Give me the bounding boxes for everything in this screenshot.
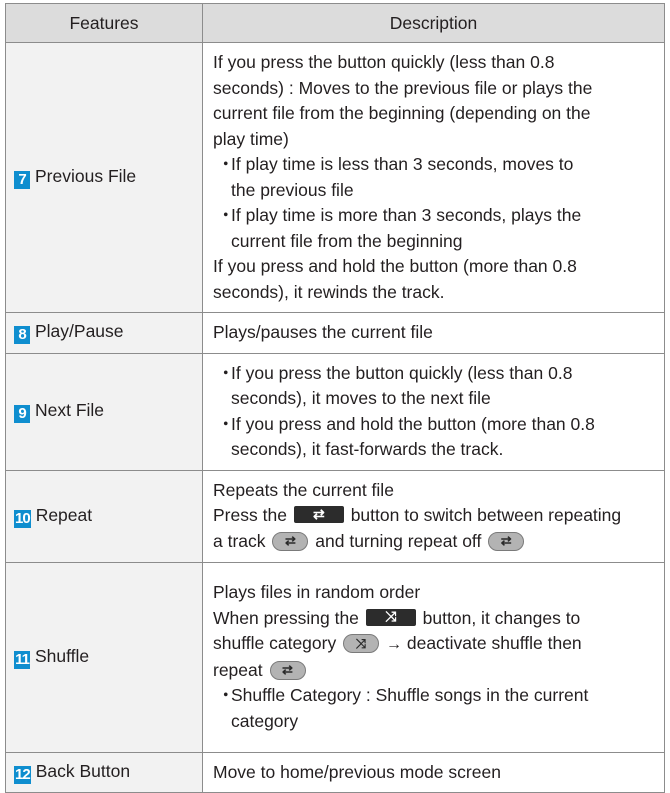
- header-description: Description: [202, 3, 665, 43]
- description-text: repeat ⇄: [213, 658, 656, 684]
- bullet-item: ・ Shuffle Category : Shuffle songs in th…: [213, 683, 656, 734]
- bullet-item: ・ If you press and hold the button (more…: [213, 412, 656, 463]
- description-text-part: When pressing the: [213, 607, 359, 628]
- table-header-row: Features Description: [5, 3, 665, 43]
- features-table: Features Description 7 Previous File If y…: [5, 3, 665, 793]
- description-text-part: and turning repeat off: [315, 530, 482, 551]
- feature-number-badge: 11: [14, 650, 30, 669]
- description-text-part: deactivate shuffle then: [406, 633, 582, 653]
- bullet-text: the previous file: [231, 179, 354, 200]
- description-cell: Plays files in random order When pressin…: [202, 561, 665, 753]
- bullet-text: If you press and hold the button (more t…: [231, 413, 595, 434]
- bullet-item: ・ If you press the button quickly (less …: [213, 361, 656, 412]
- feature-label: Back Button: [35, 760, 131, 781]
- description-text-part: shuffle category: [213, 633, 337, 653]
- feature-cell: 10 Repeat: [5, 469, 203, 563]
- feature-label: Repeat: [35, 504, 93, 525]
- feature-number-badge: 10: [14, 509, 31, 528]
- bullet-text: Shuffle Category : Shuffle songs in the …: [231, 685, 589, 705]
- description-text: If you press the button quickly (less th…: [213, 52, 555, 72]
- feature-cell: 7 Previous File: [5, 42, 203, 313]
- table-row: 12 Back Button Move to home/previous mode…: [5, 751, 665, 793]
- description-text: a track ⇄ and turning repeat off ⇄: [213, 529, 656, 555]
- description-cell: If you press the button quickly (less th…: [202, 42, 665, 313]
- feature-label: Shuffle: [35, 645, 90, 666]
- bullet-text: category: [231, 710, 299, 731]
- bullet-text: If play time is more than 3 seconds, pla…: [231, 205, 582, 225]
- description-cell: Move to home/previous mode screen: [202, 751, 665, 793]
- description-text-part: Press the: [213, 505, 287, 526]
- bullet-text: If play time is less than 3 seconds, mov…: [231, 154, 574, 174]
- repeat-icon: ⇄: [293, 506, 344, 524]
- description-text-part: a track: [213, 530, 266, 551]
- bullet-dot: ・: [217, 362, 235, 383]
- description-text: shuffle category ⤨ → deactivate shuffle …: [213, 631, 656, 658]
- description-text: If you press and hold the button (more t…: [213, 256, 577, 276]
- table-row: 7 Previous File If you press the button q…: [5, 42, 665, 313]
- table-row: 10 Repeat Repeats the current file Press …: [5, 469, 665, 563]
- feature-label: Play/Pause: [35, 321, 124, 342]
- bullet-text: seconds), it moves to the next file: [231, 388, 491, 408]
- description-text-part: button, it changes to: [422, 607, 581, 628]
- bullet-text: seconds), it fast-forwards the track.: [231, 439, 504, 459]
- feature-number-badge: 12: [14, 765, 31, 784]
- table-row: 11 Shuffle Plays files in random order Wh…: [5, 561, 665, 753]
- bullet-item: ・ If play time is less than 3 seconds, m…: [213, 152, 656, 203]
- feature-cell: 12 Back Button: [5, 751, 203, 793]
- description-text: current file from the beginning (dependi…: [213, 103, 591, 123]
- description-text: seconds) : Moves to the previous file or…: [213, 77, 593, 98]
- repeat-off-icon: ⇄: [488, 531, 525, 551]
- description-text: When pressing the ⤨ button, it changes t…: [213, 606, 656, 632]
- description-text: play time): [213, 128, 289, 149]
- bullet-dot: ・: [217, 154, 235, 174]
- bullet-text: If you press the button quickly (less th…: [231, 362, 573, 383]
- description-text-part: repeat: [213, 659, 263, 680]
- feature-label: Next File: [35, 400, 105, 420]
- bullet-dot: ・: [217, 413, 235, 434]
- feature-cell: 9 Next File: [5, 352, 203, 471]
- description-text: Plays files in random order: [213, 582, 421, 602]
- bullet-text: current file from the beginning: [231, 230, 463, 251]
- table-row: 8 Play/Pause Plays/pauses the current fil…: [5, 312, 665, 354]
- feature-label: Previous File: [35, 166, 137, 186]
- feature-number-badge: 9: [14, 405, 30, 423]
- feature-number-badge: 8: [14, 326, 30, 345]
- bullet-item: ・ If play time is more than 3 seconds, p…: [213, 203, 656, 254]
- description-text: Repeats the current file: [213, 479, 394, 500]
- description-text: Plays/pauses the current file: [213, 322, 433, 342]
- bullet-dot: ・: [217, 205, 235, 225]
- shuffle-category-icon: ⤨: [343, 634, 380, 653]
- header-features: Features: [5, 3, 203, 43]
- repeat-off-icon: ⇄: [269, 660, 306, 680]
- feature-cell: 8 Play/Pause: [5, 312, 203, 354]
- description-text: seconds), it rewinds the track.: [213, 281, 445, 302]
- right-arrow-icon: →: [385, 636, 402, 653]
- feature-cell: 11 Shuffle: [5, 561, 203, 753]
- description-cell: ・ If you press the button quickly (less …: [202, 352, 665, 471]
- table-row: 9 Next File ・ If you press the button qui…: [5, 352, 665, 471]
- feature-number-badge: 7: [14, 171, 30, 189]
- description-text: Move to home/previous mode screen: [213, 761, 501, 782]
- description-cell: Repeats the current file Press the ⇄ but…: [202, 469, 665, 563]
- description-cell: Plays/pauses the current file: [202, 312, 665, 354]
- bullet-dot: ・: [217, 685, 235, 705]
- description-text-part: button to switch between repeating: [350, 505, 622, 526]
- shuffle-icon: ⤨: [365, 608, 416, 626]
- description-text: Press the ⇄ button to switch between rep…: [213, 503, 656, 529]
- repeat-one-icon: ⇄: [272, 531, 309, 551]
